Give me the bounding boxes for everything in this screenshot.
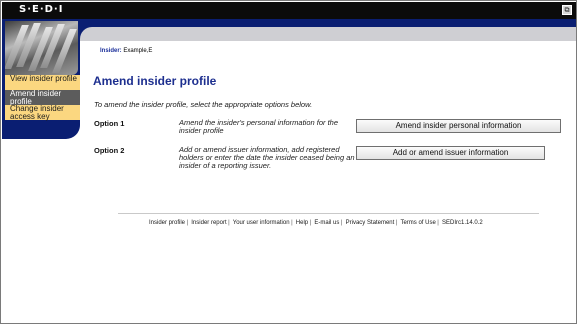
option-1-label: Option 1 <box>94 119 125 128</box>
footer-link-your-user-information[interactable]: Your user information <box>233 220 290 226</box>
filing-cabinet-photo <box>5 21 78 75</box>
footer-link-terms-of-use[interactable]: Terms of Use <box>400 220 435 226</box>
insider-label: Insider: <box>100 48 122 54</box>
option-2-description: Add or amend issuer information, add reg… <box>179 145 355 171</box>
window-restore-icon[interactable]: ⧉ <box>562 5 572 15</box>
footer-links: Insider profile | Insider report | Your us… <box>149 220 483 226</box>
header-light-bar <box>80 27 576 41</box>
insider-value: Example,E <box>123 48 153 54</box>
option-1-description: Amend the insider's personal information… <box>179 118 339 136</box>
sidebar-item-view-insider-profile[interactable]: View insider profile <box>5 75 80 90</box>
insider-info: Insider: Example,E <box>100 48 152 54</box>
footer-link-insider-report[interactable]: Insider report <box>191 220 226 226</box>
page-title: Amend insider profile <box>93 74 217 88</box>
intro-text: To amend the insider profile, select the… <box>94 100 313 109</box>
option-2-label: Option 2 <box>94 146 125 155</box>
app-window: S·E·D·I ⧉ View insider profile Amend ins… <box>0 0 577 324</box>
sidebar-item-change-insider-access-key[interactable]: Change insider access key <box>5 105 80 120</box>
title-bar: S·E·D·I ⧉ <box>2 2 576 19</box>
sidebar-item-amend-insider-profile[interactable]: Amend insider profile <box>5 90 80 105</box>
version-label: SEDIrc1.14.0.2 <box>442 220 483 226</box>
amend-personal-info-button[interactable]: Amend insider personal information <box>356 119 561 133</box>
footer-link-help[interactable]: Help <box>296 220 308 226</box>
footer-link-privacy-statement[interactable]: Privacy Statement <box>346 220 395 226</box>
footer-link-email-us[interactable]: E-mail us <box>314 220 339 226</box>
footer-divider <box>118 213 539 214</box>
add-amend-issuer-info-button[interactable]: Add or amend issuer information <box>356 146 545 160</box>
footer-link-insider-profile[interactable]: Insider profile <box>149 220 185 226</box>
sedi-logo: S·E·D·I <box>19 4 64 15</box>
